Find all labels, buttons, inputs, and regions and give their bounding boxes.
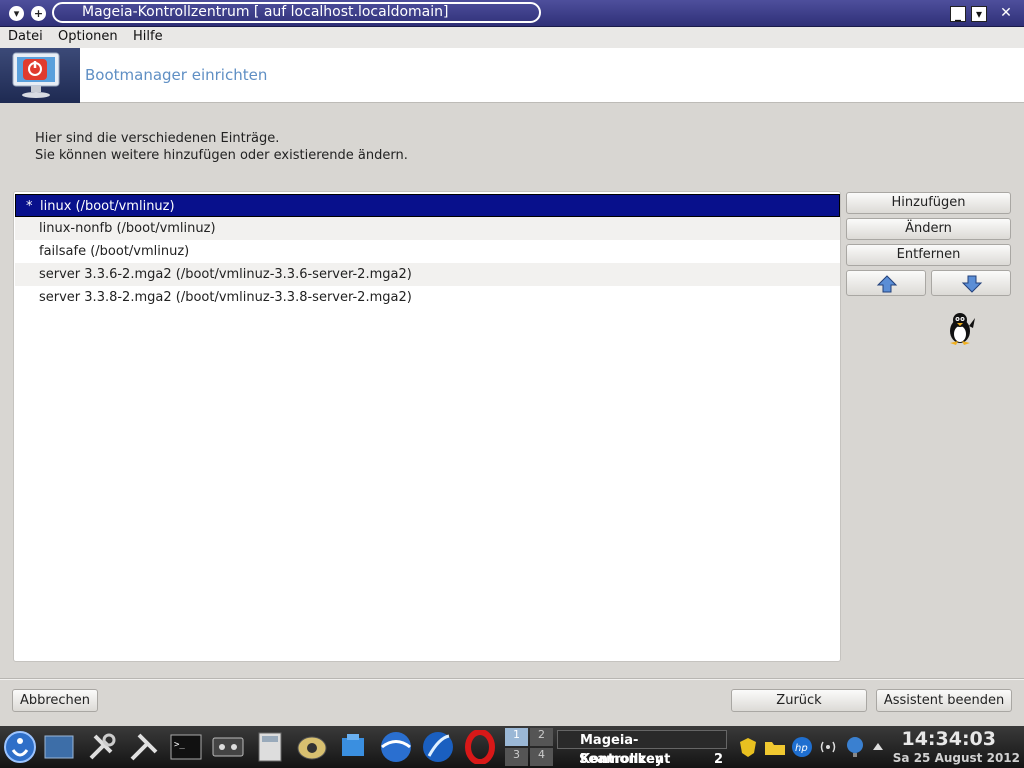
network-icon[interactable] xyxy=(337,730,371,764)
arrow-down-icon xyxy=(961,275,983,293)
finish-button[interactable]: Assistent beenden xyxy=(876,689,1012,712)
terminal-icon[interactable]: >_ xyxy=(169,730,203,764)
back-button[interactable]: Zurück xyxy=(731,689,867,712)
list-item-label: failsafe (/boot/vmlinuz) xyxy=(39,244,190,259)
arrow-up-icon xyxy=(876,275,898,293)
cancel-button[interactable]: Abbrechen xyxy=(12,689,98,712)
page-title: Bootmanager einrichten xyxy=(85,66,268,84)
list-item-label: linux (/boot/vmlinuz) xyxy=(40,199,175,214)
add-button[interactable]: Hinzufügen xyxy=(846,192,1011,214)
svg-text:hp: hp xyxy=(795,743,808,754)
wireless-icon[interactable] xyxy=(818,737,838,757)
pager-desktop-4[interactable]: 4 xyxy=(530,748,553,766)
calculator-icon[interactable] xyxy=(253,730,287,764)
cassette-icon[interactable] xyxy=(211,730,245,764)
task-count: 2 xyxy=(713,752,723,767)
page-header: Bootmanager einrichten xyxy=(0,48,1024,103)
update-globe-icon[interactable] xyxy=(844,735,866,759)
desktop-icon[interactable] xyxy=(42,730,76,764)
window-titlebar: ▾ + Mageia-Kontrollzentrum [ auf localho… xyxy=(0,0,1024,27)
seamonkey-icon[interactable] xyxy=(421,730,455,764)
list-item-label: server 3.3.6-2.mga2 (/boot/vmlinuz-3.3.6… xyxy=(39,267,412,282)
move-up-button[interactable] xyxy=(846,270,926,296)
window-menu-icon[interactable]: ▾ xyxy=(9,6,24,21)
description-line-1: Hier sind die verschiedenen Einträge. xyxy=(35,131,280,146)
menu-hilfe[interactable]: Hilfe xyxy=(133,29,163,44)
date: Sa 25 August 2012 xyxy=(892,751,1020,765)
pager-desktop-3[interactable]: 3 xyxy=(505,748,528,766)
mageia-menu-icon[interactable] xyxy=(3,730,37,764)
list-item[interactable]: failsafe (/boot/vmlinuz) xyxy=(15,240,840,263)
remove-button[interactable]: Entfernen xyxy=(846,244,1011,266)
task-seamonkey[interactable]: Seamonkey 2 xyxy=(557,750,727,768)
opera-icon[interactable] xyxy=(463,730,497,764)
list-item-label: server 3.3.8-2.mga2 (/boot/vmlinuz-3.3.8… xyxy=(39,290,412,305)
menu-optionen[interactable]: Optionen xyxy=(58,29,118,44)
move-down-button[interactable] xyxy=(931,270,1011,296)
menu-datei[interactable]: Datei xyxy=(8,29,43,44)
footer-separator xyxy=(0,678,1024,680)
power-monitor-icon xyxy=(0,48,80,103)
tools-icon[interactable] xyxy=(127,730,161,764)
hp-icon[interactable]: hp xyxy=(790,735,814,759)
list-item-label: linux-nonfb (/boot/vmlinuz) xyxy=(39,221,216,236)
desktop-pager[interactable]: 1 2 3 4 xyxy=(505,728,553,766)
penguin-icon xyxy=(950,313,975,345)
boot-entry-list[interactable]: * linux (/boot/vmlinuz) linux-nonfb (/bo… xyxy=(13,191,841,662)
browser-globe-icon[interactable] xyxy=(379,730,413,764)
list-item[interactable]: server 3.3.6-2.mga2 (/boot/vmlinuz-3.3.6… xyxy=(15,263,840,286)
svg-text:>_: >_ xyxy=(174,740,185,750)
list-item[interactable]: linux-nonfb (/boot/vmlinuz) xyxy=(15,217,840,240)
control-center-icon[interactable] xyxy=(85,730,119,764)
taskbar: >_ 1 2 3 4 Mageia-Kontrollzent Seamonkey… xyxy=(0,726,1024,768)
description-line-2: Sie können weitere hinzufügen oder exist… xyxy=(35,148,408,163)
window-sticky-icon[interactable]: + xyxy=(31,6,46,21)
close-button[interactable]: ✕ xyxy=(998,6,1014,22)
modify-button[interactable]: Ändern xyxy=(846,218,1011,240)
shade-button[interactable]: ▾ xyxy=(971,6,987,22)
clock: 14:34:03 xyxy=(901,728,996,750)
pager-desktop-2[interactable]: 2 xyxy=(530,728,553,746)
task-mageia-control-center[interactable]: Mageia-Kontrollzent xyxy=(557,730,727,767)
tray-expand-icon[interactable] xyxy=(872,742,884,752)
pager-desktop-1[interactable]: 1 xyxy=(505,728,528,746)
task-label: Seamonkey xyxy=(579,752,664,767)
window-title: Mageia-Kontrollzentrum [ auf localhost.l… xyxy=(52,2,541,23)
phone-icon[interactable] xyxy=(295,730,329,764)
minimize-button[interactable]: _ xyxy=(950,6,966,22)
list-item[interactable]: * linux (/boot/vmlinuz) xyxy=(15,194,840,217)
security-shield-icon[interactable] xyxy=(738,736,758,758)
default-marker: * xyxy=(26,199,33,214)
list-item[interactable]: server 3.3.8-2.mga2 (/boot/vmlinuz-3.3.8… xyxy=(15,286,840,309)
menu-bar: Datei Optionen Hilfe xyxy=(0,27,1024,48)
folder-icon[interactable] xyxy=(763,737,787,757)
